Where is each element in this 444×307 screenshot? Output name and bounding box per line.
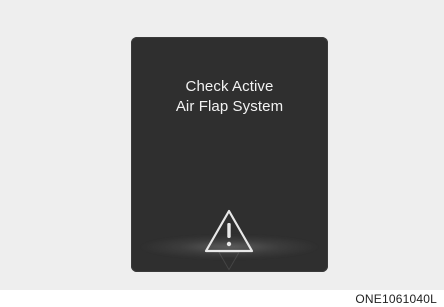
warning-triangle-icon	[204, 209, 254, 253]
figure-code: ONE1061040L	[355, 292, 437, 306]
warning-message: Check Active Air Flap System	[131, 77, 328, 117]
warning-message-line2: Air Flap System	[175, 98, 284, 115]
warning-message-line1: Check Active	[185, 78, 274, 95]
instrument-cluster-display: Check Active Air Flap System	[131, 37, 328, 272]
warning-triangle-reflection	[218, 251, 240, 271]
illustration-panel: Check Active Air Flap System	[0, 0, 444, 290]
